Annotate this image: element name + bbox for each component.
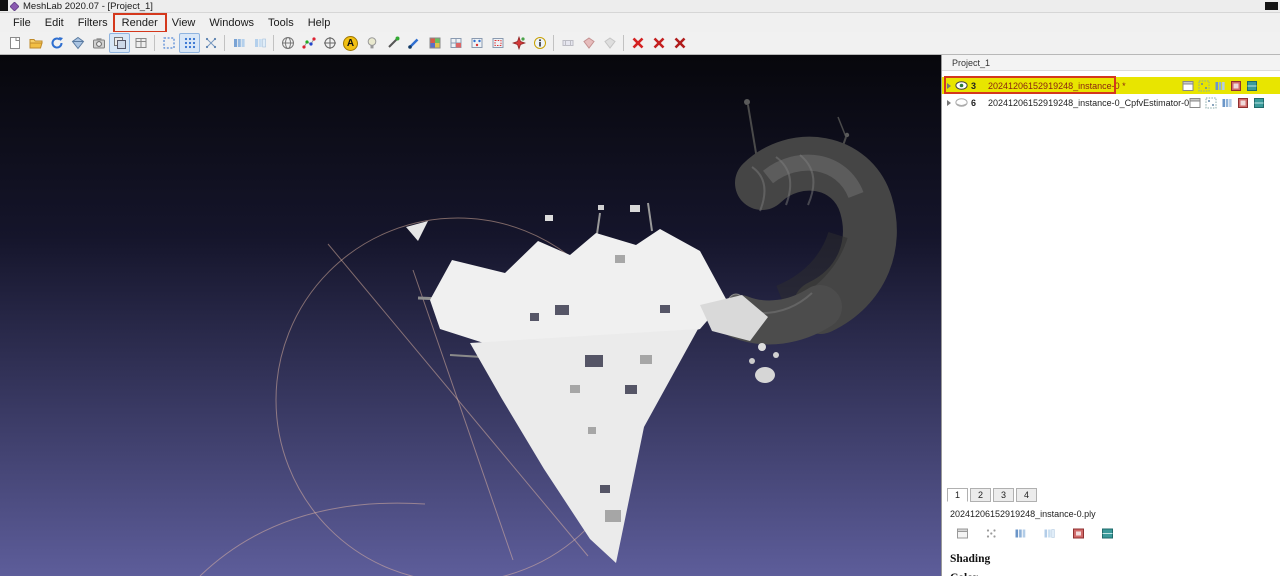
layer-list: 3 20241206152919248_instance-0 * 6 20241… — [942, 77, 1280, 111]
window-controls-area[interactable] — [1265, 2, 1278, 10]
text-label-glyph: A — [347, 38, 354, 49]
props-texture-icon[interactable] — [1101, 527, 1114, 540]
3d-viewport-canvas[interactable] — [0, 55, 941, 576]
reload-icon[interactable] — [46, 33, 67, 53]
menu-filters[interactable]: Filters — [71, 15, 115, 31]
layers-side-panel: Project_1 3 20241206152919248_instance-0… — [941, 55, 1280, 576]
layer-color-icon[interactable] — [1230, 80, 1242, 92]
project-title: Project_1 — [952, 58, 990, 68]
select-verts-icon[interactable] — [466, 33, 487, 53]
show-layer-dialog-icon[interactable] — [109, 33, 130, 53]
probe-pen-icon[interactable] — [382, 33, 403, 53]
toolbar-separator — [273, 35, 274, 51]
layer-label: 20241206152919248_instance-0_CpfvEstimat… — [988, 98, 1189, 108]
screen-corner-artifact — [0, 0, 8, 11]
layer-label: 20241206152919248_instance-0 * — [988, 81, 1126, 91]
menu-file[interactable]: File — [6, 15, 38, 31]
menu-edit[interactable]: Edit — [38, 15, 71, 31]
toolbar-separator — [154, 35, 155, 51]
bbox-icon[interactable] — [158, 33, 179, 53]
red-gem-icon[interactable] — [578, 33, 599, 53]
toolbar-separator — [224, 35, 225, 51]
tab-1[interactable]: 1 — [947, 488, 968, 502]
lamp-icon[interactable] — [361, 33, 382, 53]
open-file-icon[interactable] — [25, 33, 46, 53]
text-label-icon[interactable]: A — [340, 33, 361, 53]
info-icon[interactable] — [529, 33, 550, 53]
props-columns-icon[interactable] — [1014, 527, 1027, 540]
viewport-area — [0, 55, 941, 576]
layer-id: 6 — [971, 98, 983, 108]
tab-2[interactable]: 2 — [970, 488, 991, 502]
menu-bar: File Edit Filters Render View Windows To… — [0, 13, 1280, 32]
orbit-icon[interactable] — [319, 33, 340, 53]
wireframe-icon[interactable] — [200, 33, 221, 53]
flat-shading-icon[interactable] — [228, 33, 249, 53]
layer-properties-panel: 1 2 3 4 20241206152919248_instance-0.ply… — [942, 488, 1280, 576]
menu-render[interactable]: Render — [115, 15, 165, 31]
color-grid-icon[interactable] — [424, 33, 445, 53]
layer-texture-icon[interactable] — [1253, 97, 1265, 109]
menu-tools[interactable]: Tools — [261, 15, 301, 31]
gray-gem-icon[interactable] — [599, 33, 620, 53]
select-area-icon[interactable] — [487, 33, 508, 53]
layer-id: 3 — [971, 81, 983, 91]
smooth-shading-icon[interactable] — [249, 33, 270, 53]
points-icon[interactable] — [179, 33, 200, 53]
props-columns-light-icon[interactable] — [1043, 527, 1056, 540]
star-icon[interactable] — [508, 33, 529, 53]
main-toolbar: A — [0, 32, 1280, 55]
snapshot-icon[interactable] — [88, 33, 109, 53]
menu-windows[interactable]: Windows — [202, 15, 261, 31]
layer-grid-icon[interactable] — [1205, 97, 1217, 109]
layer-dialog-icon[interactable] — [1182, 80, 1194, 92]
save-gem-icon[interactable] — [67, 33, 88, 53]
section-color-label: Color — [950, 572, 1280, 576]
select-faces-icon[interactable] — [445, 33, 466, 53]
visibility-eye-icon[interactable] — [955, 98, 968, 107]
layer-texture-icon[interactable] — [1246, 80, 1258, 92]
delete-mesh-icon[interactable] — [627, 33, 648, 53]
toolbar-separator — [623, 35, 624, 51]
layer-columns-icon[interactable] — [1214, 80, 1226, 92]
meshlab-app-icon — [10, 2, 19, 11]
paint-brush-icon[interactable] — [403, 33, 424, 53]
props-points-icon[interactable] — [985, 527, 998, 540]
props-color-icon[interactable] — [1072, 527, 1085, 540]
properties-icon-row — [956, 527, 1280, 540]
tab-3[interactable]: 3 — [993, 488, 1014, 502]
title-bar: MeshLab 2020.07 - [Project_1] — [0, 0, 1280, 13]
layer-color-icon[interactable] — [1237, 97, 1249, 109]
layer-row-cpfvestimator[interactable]: 6 20241206152919248_instance-0_CpfvEstim… — [942, 94, 1280, 111]
layer-columns-icon[interactable] — [1221, 97, 1233, 109]
window-title: MeshLab 2020.07 - [Project_1] — [23, 1, 153, 12]
path-points-icon[interactable] — [298, 33, 319, 53]
menu-view[interactable]: View — [165, 15, 203, 31]
delete-all-icon[interactable] — [669, 33, 690, 53]
section-shading-label: Shading — [950, 553, 1280, 565]
layer-row-instance-0[interactable]: 3 20241206152919248_instance-0 * — [942, 77, 1280, 94]
delete-raster-icon[interactable] — [648, 33, 669, 53]
layer-dialog-icon[interactable] — [1189, 97, 1201, 109]
expand-chevron-icon[interactable] — [947, 83, 951, 89]
props-box-icon[interactable] — [956, 527, 969, 540]
visibility-eye-icon[interactable] — [955, 81, 968, 90]
expand-chevron-icon[interactable] — [947, 100, 951, 106]
current-mesh-filename: 20241206152919248_instance-0.ply — [950, 509, 1280, 519]
tab-4[interactable]: 4 — [1016, 488, 1037, 502]
menu-help[interactable]: Help — [301, 15, 338, 31]
properties-tab-bar: 1 2 3 4 — [947, 488, 1280, 502]
measure-icon[interactable] — [557, 33, 578, 53]
new-file-icon[interactable] — [4, 33, 25, 53]
project-panel-header[interactable]: Project_1 — [942, 55, 1280, 71]
layer-grid-icon[interactable] — [1198, 80, 1210, 92]
toolbar-separator — [553, 35, 554, 51]
show-raster-dialog-icon[interactable] — [130, 33, 151, 53]
globe-icon[interactable] — [277, 33, 298, 53]
